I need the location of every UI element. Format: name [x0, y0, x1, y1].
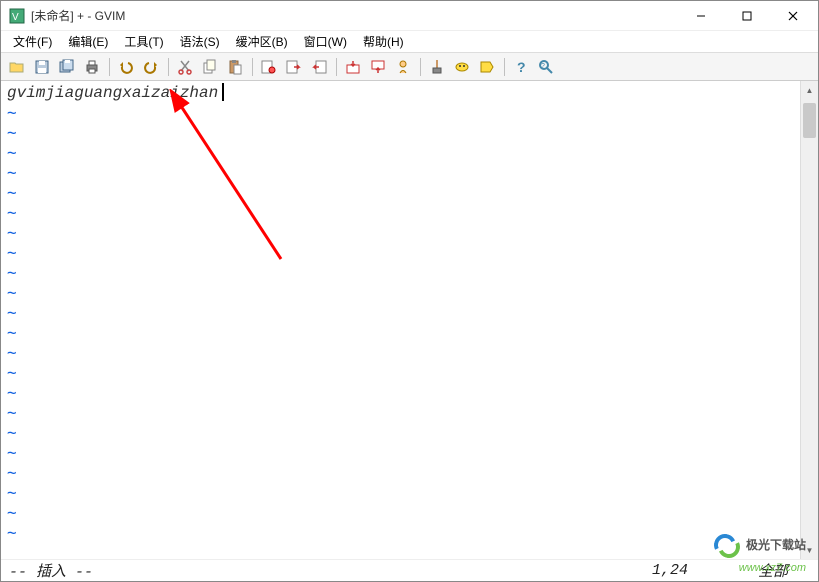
scroll-thumb[interactable]: [803, 103, 816, 138]
vertical-scrollbar[interactable]: ▲ ▼: [800, 81, 818, 559]
menu-help[interactable]: 帮助(H): [355, 31, 412, 52]
empty-line-marker: ~: [7, 163, 794, 183]
script-icon[interactable]: [391, 56, 415, 78]
menu-file[interactable]: 文件(F): [5, 31, 60, 52]
close-button[interactable]: [770, 1, 816, 31]
empty-line-marker: ~: [7, 283, 794, 303]
status-view: 全部: [758, 560, 788, 581]
empty-line-marker: ~: [7, 303, 794, 323]
empty-line-marker: ~: [7, 203, 794, 223]
svg-text:V: V: [12, 12, 19, 23]
svg-text:?: ?: [517, 59, 526, 75]
status-bar: -- 插入 -- 1,24 全部: [1, 559, 818, 581]
empty-line-marker: ~: [7, 383, 794, 403]
empty-line-marker: ~: [7, 503, 794, 523]
menu-buffers[interactable]: 缓冲区(B): [228, 31, 296, 52]
copy-icon[interactable]: [198, 56, 222, 78]
menu-edit[interactable]: 编辑(E): [60, 31, 116, 52]
replace-icon[interactable]: [257, 56, 281, 78]
toolbar-separator: [332, 56, 340, 78]
empty-line-marker: ~: [7, 103, 794, 123]
empty-line-marker: ~: [7, 423, 794, 443]
empty-line-marker: ~: [7, 223, 794, 243]
empty-line-marker: ~: [7, 483, 794, 503]
empty-line-marker: ~: [7, 523, 794, 543]
session-new-icon[interactable]: [341, 56, 365, 78]
empty-line-marker: ~: [7, 343, 794, 363]
empty-line-marker: ~: [7, 443, 794, 463]
menu-syntax[interactable]: 语法(S): [172, 31, 228, 52]
toolbar: ? ?: [1, 53, 818, 81]
paste-icon[interactable]: [223, 56, 247, 78]
toolbar-separator: [248, 56, 256, 78]
save-icon[interactable]: [30, 56, 54, 78]
menu-bar: 文件(F) 编辑(E) 工具(T) 语法(S) 缓冲区(B) 窗口(W) 帮助(…: [1, 31, 818, 53]
cut-icon[interactable]: [173, 56, 197, 78]
shell-icon[interactable]: [450, 56, 474, 78]
findnext-icon[interactable]: [282, 56, 306, 78]
empty-line-marker: ~: [7, 123, 794, 143]
toolbar-separator: [105, 56, 113, 78]
minimize-button[interactable]: [678, 1, 724, 31]
findprev-icon[interactable]: [307, 56, 331, 78]
empty-line-marker: ~: [7, 463, 794, 483]
status-mode: -- 插入 --: [9, 560, 93, 581]
app-icon: V: [9, 8, 25, 24]
scroll-down-icon[interactable]: ▼: [801, 541, 818, 559]
status-position: 1,24: [652, 562, 688, 579]
menu-window[interactable]: 窗口(W): [296, 31, 355, 52]
menu-tools[interactable]: 工具(T): [116, 31, 171, 52]
empty-line-marker: ~: [7, 243, 794, 263]
session-load-icon[interactable]: [366, 56, 390, 78]
empty-line-marker: ~: [7, 183, 794, 203]
tags-icon[interactable]: [475, 56, 499, 78]
open-icon[interactable]: [5, 56, 29, 78]
text-cursor: [222, 83, 224, 101]
scroll-up-icon[interactable]: ▲: [801, 81, 818, 99]
empty-line-marker: ~: [7, 263, 794, 283]
editor-content: gvimjiaguangxaizaizhan: [7, 84, 218, 102]
svg-text:?: ?: [541, 63, 545, 70]
empty-line-marker: ~: [7, 403, 794, 423]
text-editor[interactable]: gvimjiaguangxaizaizhan ~ ~ ~ ~ ~ ~ ~ ~ ~…: [1, 81, 800, 559]
help-icon[interactable]: ?: [509, 56, 533, 78]
saveall-icon[interactable]: [55, 56, 79, 78]
empty-line-marker: ~: [7, 363, 794, 383]
maximize-button[interactable]: [724, 1, 770, 31]
empty-line-marker: ~: [7, 143, 794, 163]
empty-line-marker: ~: [7, 323, 794, 343]
toolbar-separator: [500, 56, 508, 78]
window-title: [未命名] + - GVIM: [31, 7, 125, 24]
title-bar: V [未命名] + - GVIM: [1, 1, 818, 31]
findhelp-icon[interactable]: ?: [534, 56, 558, 78]
toolbar-separator: [164, 56, 172, 78]
toolbar-separator: [416, 56, 424, 78]
undo-icon[interactable]: [114, 56, 138, 78]
print-icon[interactable]: [80, 56, 104, 78]
make-icon[interactable]: [425, 56, 449, 78]
redo-icon[interactable]: [139, 56, 163, 78]
editor-area: gvimjiaguangxaizaizhan ~ ~ ~ ~ ~ ~ ~ ~ ~…: [1, 81, 818, 559]
